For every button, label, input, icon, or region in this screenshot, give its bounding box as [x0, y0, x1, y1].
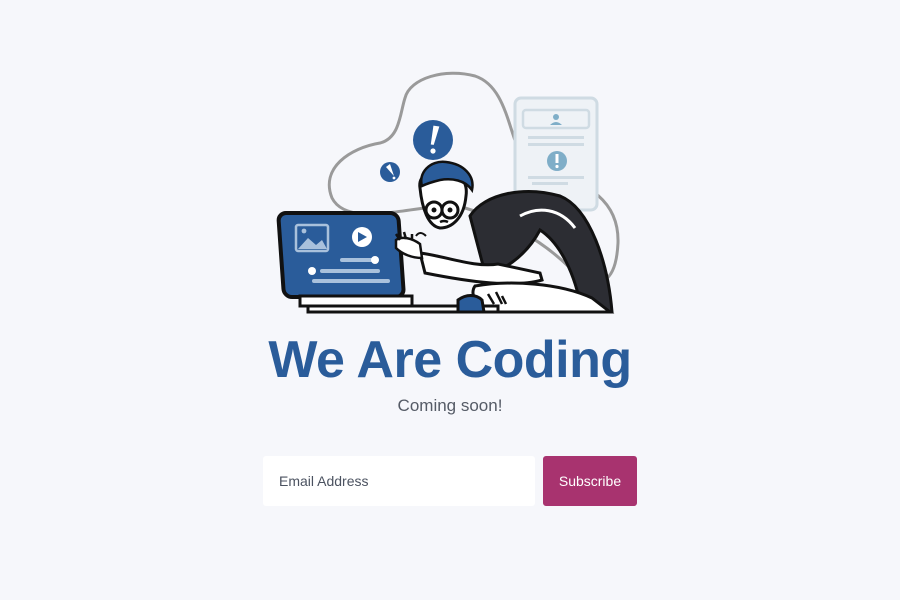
person-mouse-hand-shape: [456, 294, 486, 314]
alert-large-icon: [413, 120, 453, 160]
page-subtitle: Coming soon!: [397, 396, 503, 415]
email-field[interactable]: [263, 456, 535, 506]
page-title: We Are Coding: [268, 331, 632, 389]
subscribe-form: Subscribe: [263, 456, 637, 506]
coming-soon-page: We Are Coding Coming soon! Subscribe: [0, 0, 900, 600]
person-head-icon: [415, 160, 474, 237]
developer-at-laptop-illustration: [276, 71, 620, 314]
subscribe-button[interactable]: Subscribe: [543, 456, 637, 506]
alert-small-icon: [380, 162, 400, 182]
